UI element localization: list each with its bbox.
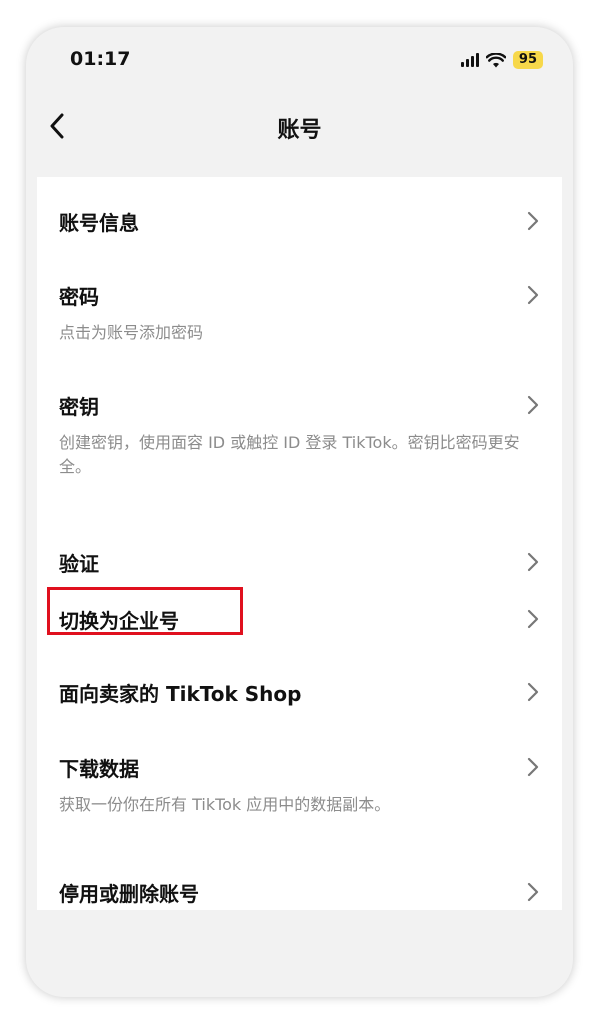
list-item-desc: 获取一份你在所有 TikTok 应用中的数据副本。 xyxy=(59,795,391,814)
list-item-title: 密钥 xyxy=(59,395,99,419)
wifi-icon xyxy=(485,52,506,67)
chevron-right-icon xyxy=(527,682,539,702)
status-time: 01:17 xyxy=(70,48,131,70)
phone-screen: 01:17 95 账号 账号信息 密码 点击为账号添加密码 密钥 创建密钥，使用… xyxy=(26,27,573,997)
list-item-title: 下载数据 xyxy=(59,757,139,781)
list-item-password[interactable]: 密码 点击为账号添加密码 xyxy=(37,267,562,377)
list-item-title: 验证 xyxy=(59,552,99,576)
chevron-right-icon xyxy=(527,757,539,777)
list-item-download-data[interactable]: 下载数据 获取一份你在所有 TikTok 应用中的数据副本。 xyxy=(37,729,562,844)
chevron-right-icon xyxy=(527,609,539,629)
signal-icon xyxy=(460,53,479,67)
chevron-right-icon xyxy=(527,552,539,572)
list-item-title: 停用或删除账号 xyxy=(59,882,199,906)
list-item-deactivate-delete[interactable]: 停用或删除账号 xyxy=(37,844,562,910)
nav-bar: 账号 xyxy=(26,102,573,150)
list-item-title: 账号信息 xyxy=(59,211,139,235)
chevron-right-icon xyxy=(527,211,539,231)
highlight-box xyxy=(47,587,243,635)
list-item-verification[interactable]: 验证 xyxy=(37,512,562,584)
chevron-right-icon xyxy=(527,882,539,902)
chevron-right-icon xyxy=(527,395,539,415)
page-title: 账号 xyxy=(277,118,322,143)
list-item-account-info[interactable]: 账号信息 xyxy=(37,177,562,267)
list-item-tiktok-shop[interactable]: 面向卖家的 TikTok Shop xyxy=(37,654,562,729)
chevron-right-icon xyxy=(527,285,539,305)
list-item-title: 密码 xyxy=(59,285,99,309)
list-item-title: 面向卖家的 TikTok Shop xyxy=(59,682,302,706)
settings-list: 账号信息 密码 点击为账号添加密码 密钥 创建密钥，使用面容 ID 或触控 ID… xyxy=(37,177,562,910)
status-icons: 95 xyxy=(460,51,543,69)
list-item-passkey[interactable]: 密钥 创建密钥，使用面容 ID 或触控 ID 登录 TikTok。密钥比密码更安… xyxy=(37,377,562,507)
list-item-desc: 点击为账号添加密码 xyxy=(59,323,204,342)
battery-icon: 95 xyxy=(512,51,543,69)
list-item-desc: 创建密钥，使用面容 ID 或触控 ID 登录 TikTok。密钥比密码更安全。 xyxy=(59,433,520,476)
